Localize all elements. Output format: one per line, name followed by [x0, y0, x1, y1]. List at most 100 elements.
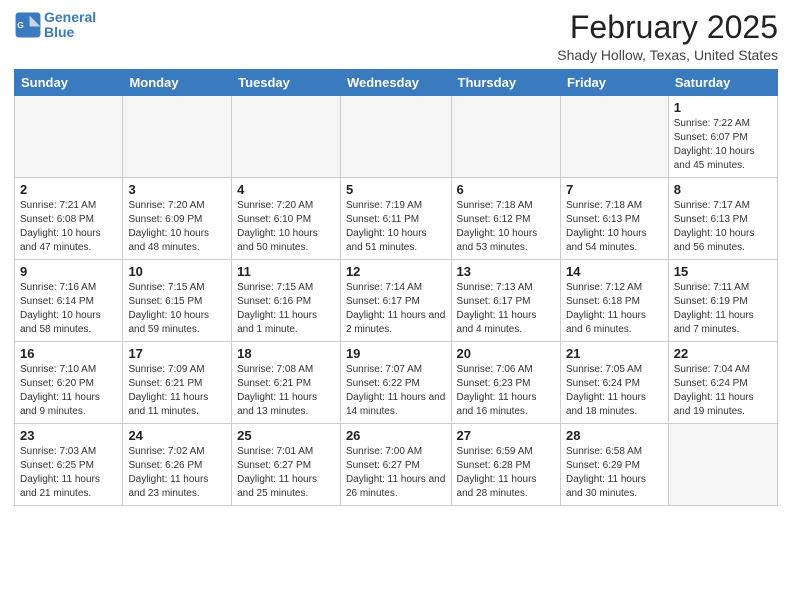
day-info: Sunrise: 7:15 AM Sunset: 6:16 PM Dayligh… [237, 281, 335, 337]
day-number: 8 [674, 182, 772, 197]
title-block: February 2025 Shady Hollow, Texas, Unite… [557, 10, 778, 63]
week-row-3: 9 Sunrise: 7:16 AM Sunset: 6:14 PM Daylig… [15, 260, 778, 342]
day-number: 24 [128, 428, 226, 443]
day-number: 5 [346, 182, 446, 197]
calendar-cell [123, 96, 232, 178]
day-number: 20 [457, 346, 555, 361]
logo-text: General Blue [44, 10, 96, 41]
calendar-cell: 5Sunrise: 7:19 AM Sunset: 6:11 PM Daylig… [340, 178, 451, 260]
day-number: 4 [237, 182, 335, 197]
day-info: Sunrise: 7:03 AM Sunset: 6:25 PM Dayligh… [20, 445, 117, 501]
calendar-cell [232, 96, 341, 178]
day-number: 16 [20, 346, 117, 361]
day-number: 25 [237, 428, 335, 443]
weekday-header-sunday: Sunday [15, 70, 123, 96]
weekday-header-saturday: Saturday [668, 70, 777, 96]
day-number: 28 [566, 428, 663, 443]
calendar-cell: 28 Sunrise: 6:58 AM Sunset: 6:29 PM Dayli… [560, 424, 668, 506]
weekday-header-wednesday: Wednesday [340, 70, 451, 96]
calendar-cell: 22 Sunrise: 7:04 AM Sunset: 6:24 PM Dayli… [668, 342, 777, 424]
day-info: Sunrise: 7:21 AM Sunset: 6:08 PM Dayligh… [20, 199, 117, 255]
day-number: 19 [346, 346, 446, 361]
day-number: 10 [128, 264, 226, 279]
logo-icon: G [14, 11, 42, 39]
day-number: 11 [237, 264, 335, 279]
day-number: 13 [457, 264, 555, 279]
calendar-cell [340, 96, 451, 178]
day-info: Sunrise: 7:13 AM Sunset: 6:17 PM Dayligh… [457, 281, 555, 337]
day-info: Sunrise: 7:00 AM Sunset: 6:27 PM Dayligh… [346, 445, 446, 501]
week-row-1: 1 Sunrise: 7:22 AM Sunset: 6:07 PM Daylig… [15, 96, 778, 178]
calendar-cell: 19 Sunrise: 7:07 AM Sunset: 6:22 PM Dayli… [340, 342, 451, 424]
calendar-cell: 10 Sunrise: 7:15 AM Sunset: 6:15 PM Dayli… [123, 260, 232, 342]
week-row-5: 23 Sunrise: 7:03 AM Sunset: 6:25 PM Dayli… [15, 424, 778, 506]
day-info: Sunrise: 7:10 AM Sunset: 6:20 PM Dayligh… [20, 363, 117, 419]
day-info: Sunrise: 7:06 AM Sunset: 6:23 PM Dayligh… [457, 363, 555, 419]
calendar-cell: 23 Sunrise: 7:03 AM Sunset: 6:25 PM Dayli… [15, 424, 123, 506]
calendar-cell: 8 Sunrise: 7:17 AM Sunset: 6:13 PM Daylig… [668, 178, 777, 260]
calendar-cell: 21Sunrise: 7:05 AM Sunset: 6:24 PM Dayli… [560, 342, 668, 424]
day-info: Sunrise: 6:59 AM Sunset: 6:28 PM Dayligh… [457, 445, 555, 501]
day-number: 1 [674, 100, 772, 115]
calendar-cell: 11 Sunrise: 7:15 AM Sunset: 6:16 PM Dayli… [232, 260, 341, 342]
calendar-cell: 6 Sunrise: 7:18 AM Sunset: 6:12 PM Daylig… [451, 178, 560, 260]
calendar-cell [668, 424, 777, 506]
day-number: 18 [237, 346, 335, 361]
day-info: Sunrise: 7:08 AM Sunset: 6:21 PM Dayligh… [237, 363, 335, 419]
calendar-cell: 1 Sunrise: 7:22 AM Sunset: 6:07 PM Daylig… [668, 96, 777, 178]
calendar-cell: 25 Sunrise: 7:01 AM Sunset: 6:27 PM Dayli… [232, 424, 341, 506]
calendar-cell [451, 96, 560, 178]
day-number: 27 [457, 428, 555, 443]
day-info: Sunrise: 7:11 AM Sunset: 6:19 PM Dayligh… [674, 281, 772, 337]
day-number: 26 [346, 428, 446, 443]
day-number: 9 [20, 264, 117, 279]
day-info: Sunrise: 7:18 AM Sunset: 6:12 PM Dayligh… [457, 199, 555, 255]
calendar-cell: 24 Sunrise: 7:02 AM Sunset: 6:26 PM Dayli… [123, 424, 232, 506]
day-number: 7 [566, 182, 663, 197]
calendar-cell: 3Sunrise: 7:20 AM Sunset: 6:09 PM Daylig… [123, 178, 232, 260]
header: G General Blue February 2025 Shady Hollo… [14, 10, 778, 63]
weekday-header-friday: Friday [560, 70, 668, 96]
calendar-cell [560, 96, 668, 178]
week-row-4: 16 Sunrise: 7:10 AM Sunset: 6:20 PM Dayli… [15, 342, 778, 424]
calendar-cell: 7 Sunrise: 7:18 AM Sunset: 6:13 PM Daylig… [560, 178, 668, 260]
page: G General Blue February 2025 Shady Hollo… [0, 0, 792, 612]
calendar-cell: 9 Sunrise: 7:16 AM Sunset: 6:14 PM Daylig… [15, 260, 123, 342]
calendar-cell: 17Sunrise: 7:09 AM Sunset: 6:21 PM Dayli… [123, 342, 232, 424]
day-info: Sunrise: 7:01 AM Sunset: 6:27 PM Dayligh… [237, 445, 335, 501]
calendar-cell: 16 Sunrise: 7:10 AM Sunset: 6:20 PM Dayli… [15, 342, 123, 424]
calendar-cell: 13 Sunrise: 7:13 AM Sunset: 6:17 PM Dayli… [451, 260, 560, 342]
location: Shady Hollow, Texas, United States [557, 47, 778, 63]
logo: G General Blue [14, 10, 96, 41]
day-number: 15 [674, 264, 772, 279]
week-row-2: 2 Sunrise: 7:21 AM Sunset: 6:08 PM Daylig… [15, 178, 778, 260]
calendar-cell: 12 Sunrise: 7:14 AM Sunset: 6:17 PM Dayli… [340, 260, 451, 342]
weekday-header-row: SundayMondayTuesdayWednesdayThursdayFrid… [15, 70, 778, 96]
calendar-cell: 18 Sunrise: 7:08 AM Sunset: 6:21 PM Dayli… [232, 342, 341, 424]
month-title: February 2025 [557, 10, 778, 45]
day-number: 12 [346, 264, 446, 279]
day-info: Sunrise: 6:58 AM Sunset: 6:29 PM Dayligh… [566, 445, 663, 501]
day-info: Sunrise: 7:17 AM Sunset: 6:13 PM Dayligh… [674, 199, 772, 255]
calendar-table: SundayMondayTuesdayWednesdayThursdayFrid… [14, 69, 778, 506]
svg-text:G: G [17, 21, 24, 31]
weekday-header-tuesday: Tuesday [232, 70, 341, 96]
calendar-cell: 2 Sunrise: 7:21 AM Sunset: 6:08 PM Daylig… [15, 178, 123, 260]
day-info: Sunrise: 7:14 AM Sunset: 6:17 PM Dayligh… [346, 281, 446, 337]
day-info: Sunrise: 7:07 AM Sunset: 6:22 PM Dayligh… [346, 363, 446, 419]
calendar-cell [15, 96, 123, 178]
weekday-header-thursday: Thursday [451, 70, 560, 96]
day-number: 23 [20, 428, 117, 443]
day-info: Sunrise: 7:22 AM Sunset: 6:07 PM Dayligh… [674, 117, 772, 173]
day-info: Sunrise: 7:18 AM Sunset: 6:13 PM Dayligh… [566, 199, 663, 255]
day-info: Sunrise: 7:15 AM Sunset: 6:15 PM Dayligh… [128, 281, 226, 337]
day-info: Sunrise: 7:02 AM Sunset: 6:26 PM Dayligh… [128, 445, 226, 501]
day-info: Sunrise: 7:16 AM Sunset: 6:14 PM Dayligh… [20, 281, 117, 337]
day-info: Sunrise: 7:20 AM Sunset: 6:09 PM Dayligh… [128, 199, 226, 255]
calendar-cell: 20 Sunrise: 7:06 AM Sunset: 6:23 PM Dayli… [451, 342, 560, 424]
day-number: 6 [457, 182, 555, 197]
day-number: 2 [20, 182, 117, 197]
day-info: Sunrise: 7:04 AM Sunset: 6:24 PM Dayligh… [674, 363, 772, 419]
day-info: Sunrise: 7:20 AM Sunset: 6:10 PM Dayligh… [237, 199, 335, 255]
day-number: 22 [674, 346, 772, 361]
